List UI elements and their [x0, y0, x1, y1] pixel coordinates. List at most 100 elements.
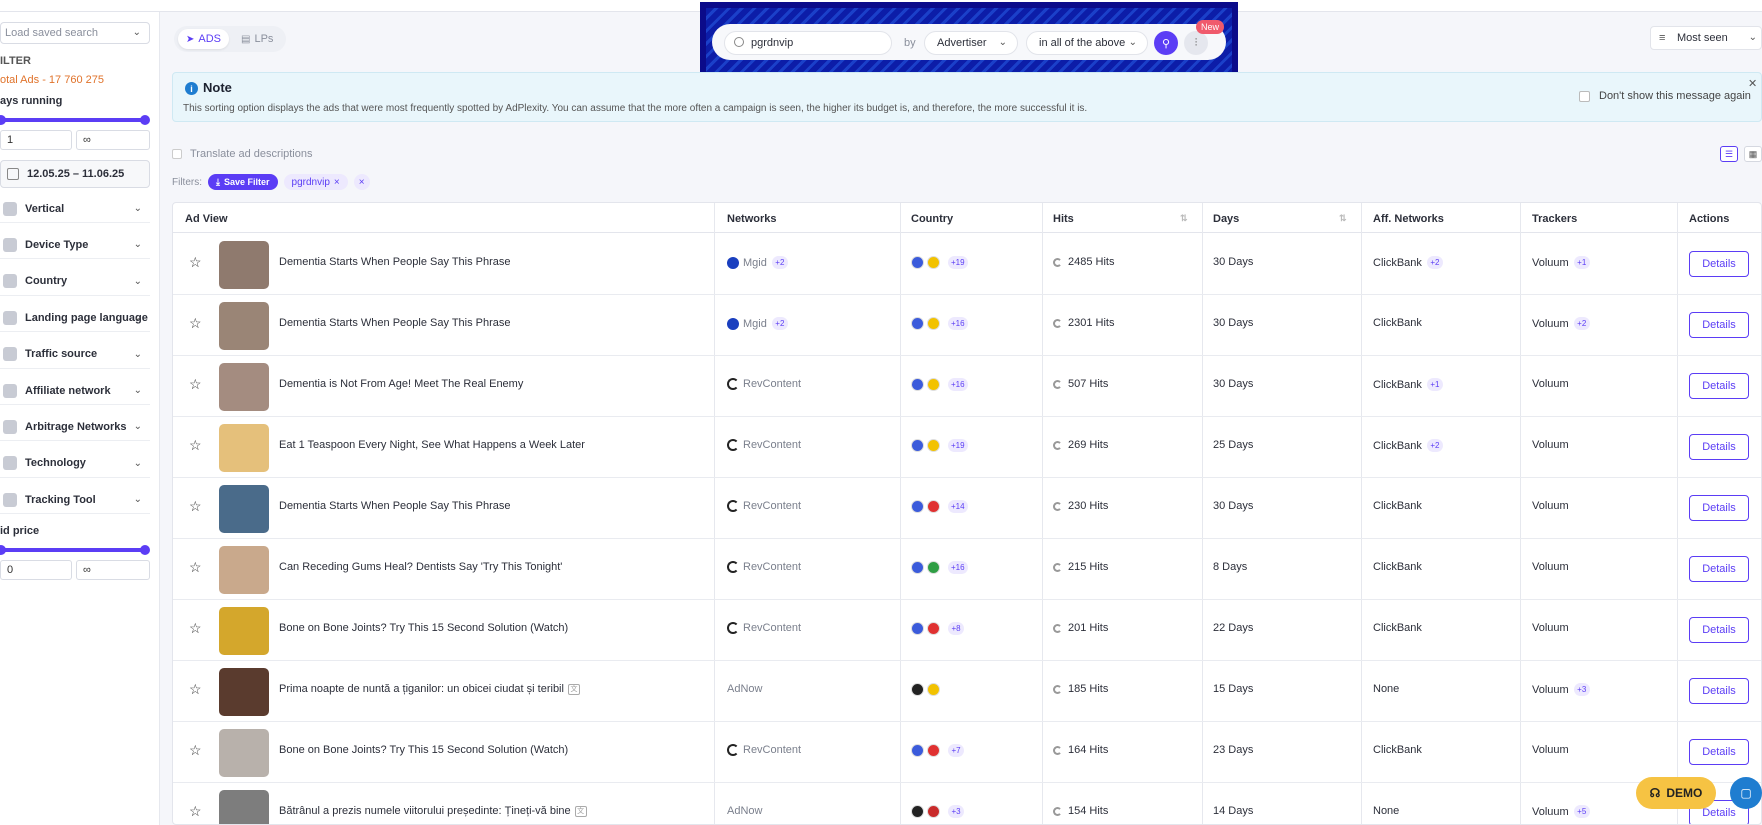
translate-checkbox[interactable] — [172, 149, 182, 159]
ad-thumbnail[interactable] — [219, 790, 269, 824]
facet-traffic-source[interactable]: Traffic source ⌄ — [0, 341, 150, 369]
more-badge[interactable]: +5 — [1573, 805, 1590, 818]
list-view-icon[interactable]: ☰ — [1720, 146, 1738, 162]
slider-max-handle[interactable] — [140, 115, 150, 125]
details-button[interactable]: Details — [1689, 434, 1749, 460]
more-badge[interactable]: +2 — [771, 256, 788, 269]
sort-hits-icon[interactable]: ⇅ — [1180, 213, 1188, 224]
slider-max-handle[interactable] — [140, 545, 150, 555]
header-hits[interactable]: Hits — [1053, 213, 1074, 225]
ad-thumbnail[interactable] — [219, 363, 269, 411]
facet-device-type[interactable]: Device Type ⌄ — [0, 231, 150, 260]
days-running-slider[interactable] — [0, 115, 150, 125]
search-scope-select[interactable]: in all of the above ⌄ — [1026, 31, 1148, 55]
more-badge[interactable]: +1 — [1426, 378, 1443, 391]
facet-tracking-tool[interactable]: Tracking Tool ⌄ — [0, 486, 150, 515]
ad-thumbnail[interactable] — [219, 302, 269, 350]
more-badge[interactable]: +14 — [948, 500, 968, 513]
facet-country[interactable]: Country ⌄ — [0, 268, 150, 296]
more-badge[interactable]: +2 — [1573, 317, 1590, 330]
more-badge[interactable]: +7 — [948, 744, 964, 757]
star-icon[interactable]: ☆ — [189, 254, 202, 271]
star-icon[interactable]: ☆ — [189, 742, 202, 759]
details-button[interactable]: Details — [1689, 373, 1749, 399]
ad-title[interactable]: Dementia Starts When People Say This Phr… — [279, 317, 511, 329]
sort-select[interactable]: ≡ Most seen ⌄ — [1650, 26, 1762, 50]
more-badge[interactable]: +19 — [948, 439, 968, 452]
ad-thumbnail[interactable] — [219, 607, 269, 655]
ad-thumbnail[interactable] — [219, 485, 269, 533]
ad-thumbnail[interactable] — [219, 729, 269, 777]
more-badge[interactable]: +2 — [771, 317, 788, 330]
slider-min-handle[interactable] — [0, 115, 6, 125]
facet-vertical[interactable]: Vertical ⌄ — [0, 195, 150, 223]
star-icon[interactable]: ☆ — [189, 620, 202, 637]
translate-toggle[interactable]: Translate ad descriptions — [172, 148, 313, 160]
details-button[interactable]: Details — [1689, 495, 1749, 521]
ad-title[interactable]: Bătrânul a prezis numele viitorului preș… — [279, 805, 587, 817]
ad-title[interactable]: Can Receding Gums Heal? Dentists Say 'Tr… — [279, 561, 562, 573]
star-icon[interactable]: ☆ — [189, 681, 202, 698]
more-badge[interactable]: +3 — [948, 805, 964, 818]
tab-ads[interactable]: ➤ ADS — [178, 29, 230, 49]
more-badge[interactable]: +16 — [948, 317, 968, 330]
facet-technology[interactable]: Technology ⌄ — [0, 450, 150, 478]
details-button[interactable]: Details — [1689, 617, 1749, 643]
facet-arbitrage-networks[interactable]: Arbitrage Networks ⌄ — [0, 413, 150, 442]
header-days[interactable]: Days — [1213, 213, 1239, 225]
translate-icon[interactable]: 文 — [574, 805, 587, 817]
facet-affiliate-network[interactable]: Affiliate network ⌄ — [0, 377, 150, 405]
facet-landing-page-language[interactable]: Landing page language ⌄ — [0, 304, 150, 333]
clear-filters-button[interactable]: × — [353, 174, 370, 190]
sort-days-icon[interactable]: ⇅ — [1339, 213, 1347, 224]
more-badge[interactable]: +2 — [1426, 439, 1443, 452]
details-button[interactable]: Details — [1689, 739, 1749, 765]
filter-chip[interactable]: pgrdnvip × — [283, 174, 348, 190]
more-badge[interactable]: +16 — [948, 561, 968, 574]
grid-view-icon[interactable]: ▦ — [1744, 146, 1762, 162]
close-icon[interactable]: × — [334, 177, 340, 188]
ad-title[interactable]: Prima noapte de nuntă a țiganilor: un ob… — [279, 683, 580, 695]
details-button[interactable]: Details — [1689, 312, 1749, 338]
ad-thumbnail[interactable] — [219, 668, 269, 716]
advanced-filters-button[interactable]: ⫶ — [1184, 31, 1208, 55]
bid-min-input[interactable]: 0 — [0, 560, 72, 580]
dont-show-checkbox[interactable] — [1579, 91, 1590, 102]
star-icon[interactable]: ☆ — [189, 315, 202, 332]
dont-show-label[interactable]: Don't show this message again — [1599, 90, 1751, 102]
star-icon[interactable]: ☆ — [189, 437, 202, 454]
days-max-input[interactable]: ∞ — [76, 130, 150, 150]
more-badge[interactable]: +16 — [948, 378, 968, 391]
details-button[interactable]: Details — [1689, 251, 1749, 277]
ad-thumbnail[interactable] — [219, 424, 269, 472]
demo-button[interactable]: ☊ DEMO — [1636, 777, 1716, 809]
ad-title[interactable]: Bone on Bone Joints? Try This 15 Second … — [279, 744, 568, 756]
search-button[interactable]: ⚲ — [1154, 31, 1178, 55]
search-input[interactable]: pgrdnvip — [724, 31, 892, 55]
more-badge[interactable]: +2 — [1426, 256, 1443, 269]
date-range-picker[interactable]: 12.05.25 – 11.06.25 — [0, 160, 150, 188]
bid-price-slider[interactable] — [0, 545, 150, 555]
slider-min-handle[interactable] — [0, 545, 6, 555]
days-min-input[interactable]: 1 — [0, 130, 72, 150]
star-icon[interactable]: ☆ — [189, 803, 202, 820]
ad-title[interactable]: Bone on Bone Joints? Try This 15 Second … — [279, 622, 568, 634]
ad-thumbnail[interactable] — [219, 546, 269, 594]
details-button[interactable]: Details — [1689, 678, 1749, 704]
star-icon[interactable]: ☆ — [189, 498, 202, 515]
bid-max-input[interactable]: ∞ — [76, 560, 150, 580]
ad-title[interactable]: Dementia Starts When People Say This Phr… — [279, 500, 511, 512]
more-badge[interactable]: +8 — [948, 622, 964, 635]
details-button[interactable]: Details — [1689, 556, 1749, 582]
save-filter-button[interactable]: ⤓ Save Filter — [208, 174, 278, 190]
chat-button[interactable]: ▢ — [1730, 777, 1762, 809]
more-badge[interactable]: +19 — [948, 256, 968, 269]
translate-icon[interactable]: 文 — [567, 683, 580, 695]
more-badge[interactable]: +1 — [1573, 256, 1590, 269]
search-field-select[interactable]: Advertiser ⌄ — [924, 31, 1018, 55]
more-badge[interactable]: +3 — [1573, 683, 1590, 696]
ad-title[interactable]: Dementia Starts When People Say This Phr… — [279, 256, 511, 268]
ad-title[interactable]: Dementia is Not From Age! Meet The Real … — [279, 378, 523, 390]
ad-thumbnail[interactable] — [219, 241, 269, 289]
tab-lps[interactable]: ▤ LPs — [233, 29, 281, 49]
